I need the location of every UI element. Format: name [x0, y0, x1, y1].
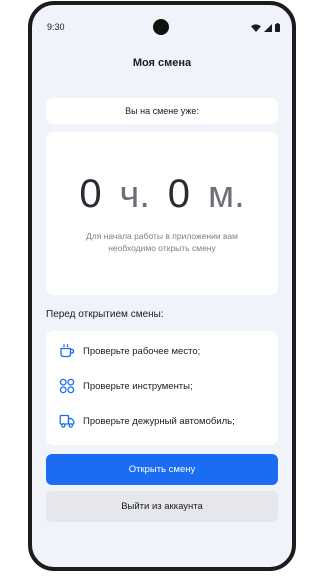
logout-button[interactable]: Выйти из аккаунта [46, 491, 278, 522]
checklist-item-label: Проверьте дежурный автомобиль; [83, 415, 235, 427]
truck-icon [59, 414, 75, 428]
checklist-card: Проверьте рабочее место; Проверьте инстр… [46, 331, 278, 445]
page-title: Моя смена [132, 57, 192, 69]
shift-timer-card: 0 ч. 0 м. Для начала работы в приложении… [46, 132, 278, 295]
list-item: Проверьте инструменты; [59, 378, 193, 394]
cup-icon [60, 344, 75, 358]
open-shift-button[interactable]: Открыть смену [46, 454, 278, 485]
timer-hours: 0 [79, 172, 102, 216]
list-item: Проверьте дежурный автомобиль; [59, 413, 235, 429]
tools-grid-icon [59, 378, 75, 394]
checklist-item-label: Проверьте инструменты; [83, 380, 193, 392]
shift-duration-label: Вы на смене уже: [125, 106, 199, 116]
shift-timer: 0 ч. 0 м. [46, 172, 278, 217]
signal-icon [264, 23, 272, 32]
checklist-title: Перед открытием смены: [46, 309, 164, 320]
shift-label-card: Вы на смене уже: [46, 98, 278, 124]
timer-minutes-unit: м. [207, 174, 245, 216]
front-camera [153, 19, 169, 35]
status-bar: 9:30 [32, 5, 292, 45]
phone-frame: 9:30 Моя смена Вы на смене уже: 0 ч. 0 м… [28, 1, 296, 571]
checklist-item-label: Проверьте рабочее место; [83, 345, 201, 357]
status-icons [251, 23, 280, 32]
list-item: Проверьте рабочее место; [59, 343, 200, 359]
wifi-icon [251, 23, 261, 32]
open-shift-hint: Для начала работы в приложении вам необх… [86, 231, 238, 253]
status-time: 9:30 [47, 22, 65, 32]
battery-icon [275, 23, 280, 32]
timer-minutes: 0 [167, 172, 191, 216]
timer-hours-unit: ч. [119, 174, 150, 216]
